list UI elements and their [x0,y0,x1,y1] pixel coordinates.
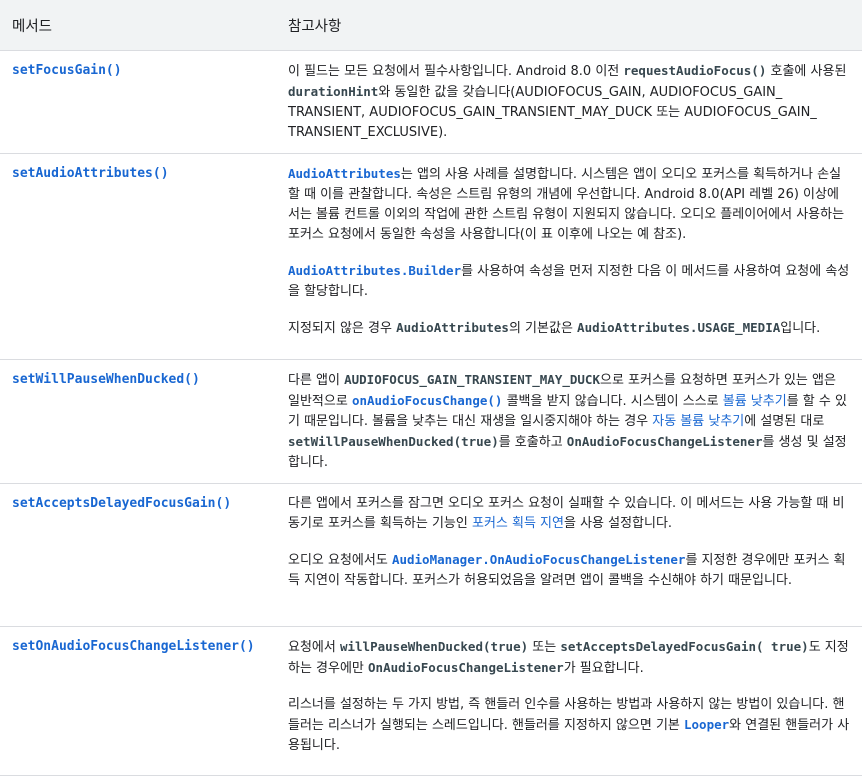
api-reference-link[interactable]: AudioAttributes.Builder [288,263,461,278]
inline-code: willPauseWhenDucked(true) [339,639,529,654]
table-row: setAudioAttributes() AudioAttributes는 앱의… [0,153,862,360]
note-paragraph: 지정되지 않은 경우 AudioAttributes의 기본값은 AudioAt… [288,318,850,339]
note-paragraph: 리스너를 설정하는 두 가지 방법, 즉 핸들러 인수를 사용하는 방법과 사용… [288,695,850,756]
method-notes: 요청에서 willPauseWhenDucked(true) 또는 setAcc… [276,626,862,776]
doc-link[interactable]: 포커스 획득 지연 [472,516,564,531]
note-text: 의 기본값은 [508,321,578,336]
note-paragraph: 다른 앱이 AUDIOFOCUS_GAIN_TRANSIENT_MAY_DUCK… [288,370,850,473]
inline-code: AudioAttributes.USAGE_MEDIA [577,320,781,335]
note-text: 오디오 요청에서도 [288,553,392,568]
note-text: 또는 [528,640,561,655]
note-text: 를 호출하고 [498,435,567,450]
inline-code: OnAudioFocusChangeListener [566,434,763,449]
api-reference-link[interactable]: onAudioFocusChange() [352,393,503,408]
audio-focus-methods-table: 메서드 참고사항 setFocusGain() 이 필드는 모든 요청에서 필수… [0,0,862,776]
inline-code: durationHint [288,84,379,99]
note-paragraph: AudioAttributes.Builder를 사용하여 속성을 먼저 지정한… [288,261,850,302]
table-row: setOnAudioFocusChangeListener() 요청에서 wil… [0,626,862,776]
inline-code: requestAudioFocus() [623,63,767,78]
api-reference-link[interactable]: AudioAttributes [288,166,401,181]
method-name[interactable]: setWillPauseWhenDucked() [0,359,276,484]
note-text: 요청에서 [288,640,340,655]
note-text: 지정되지 않은 경우 [288,321,397,336]
table-row: setWillPauseWhenDucked() 다른 앱이 AUDIOFOCU… [0,359,862,484]
note-text: 다른 앱이 [288,373,345,388]
method-notes: 다른 앱에서 포커스를 잠그면 오디오 포커스 요청이 실패할 수 있습니다. … [276,483,862,627]
api-reference-link[interactable]: AudioManager.OnAudioFocusChangeListener [392,552,686,567]
method-name[interactable]: setAudioAttributes() [0,153,276,360]
method-name[interactable]: setFocusGain() [0,50,276,154]
note-paragraph: 오디오 요청에서도 AudioManager.OnAudioFocusChang… [288,550,850,591]
note-paragraph: 이 필드는 모든 요청에서 필수사항입니다. Android 8.0 이전 re… [288,61,850,143]
note-text: 입니다. [780,321,821,336]
note-text: 가 필요합니다. [563,661,644,676]
table-row: setAcceptsDelayedFocusGain() 다른 앱에서 포커스를… [0,483,862,627]
note-text: 이 필드는 모든 요청에서 필수사항입니다. Android 8.0 이전 [288,64,624,79]
api-reference-link[interactable]: Looper [684,717,729,732]
note-paragraph: 요청에서 willPauseWhenDucked(true) 또는 setAcc… [288,637,850,679]
table-row: setFocusGain() 이 필드는 모든 요청에서 필수사항입니다. An… [0,50,862,154]
inline-code: setWillPauseWhenDucked(true) [288,434,499,449]
note-text: 에 설명된 대로 [744,414,825,429]
table-header-row: 메서드 참고사항 [0,0,862,51]
doc-link[interactable]: 볼륨 낮추기 [723,394,787,409]
method-name[interactable]: setAcceptsDelayedFocusGain() [0,483,276,627]
column-header-method: 메서드 [0,0,276,51]
method-name[interactable]: setOnAudioFocusChangeListener() [0,626,276,776]
note-paragraph: AudioAttributes는 앱의 사용 사례를 설명합니다. 시스템은 앱… [288,164,850,245]
note-text: 호출에 사용된 [766,64,847,79]
method-notes: AudioAttributes는 앱의 사용 사례를 설명합니다. 시스템은 앱… [276,153,862,360]
inline-code: AUDIOFOCUS_GAIN_TRANSIENT_MAY_DUCK [344,372,600,387]
doc-link[interactable]: 자동 볼륨 낮추기 [652,414,744,429]
inline-code: setAcceptsDelayedFocusGain( true) [560,639,809,654]
note-paragraph: 다른 앱에서 포커스를 잠그면 오디오 포커스 요청이 실패할 수 있습니다. … [288,494,850,534]
inline-code: AudioAttributes [396,320,509,335]
note-text: 콜백을 받지 않습니다. 시스템이 스스로 [502,394,723,409]
column-header-notes: 참고사항 [276,0,862,51]
inline-code: OnAudioFocusChangeListener [368,660,564,675]
note-text: 을 사용 설정합니다. [563,516,673,531]
method-notes: 이 필드는 모든 요청에서 필수사항입니다. Android 8.0 이전 re… [276,50,862,154]
method-notes: 다른 앱이 AUDIOFOCUS_GAIN_TRANSIENT_MAY_DUCK… [276,359,862,484]
